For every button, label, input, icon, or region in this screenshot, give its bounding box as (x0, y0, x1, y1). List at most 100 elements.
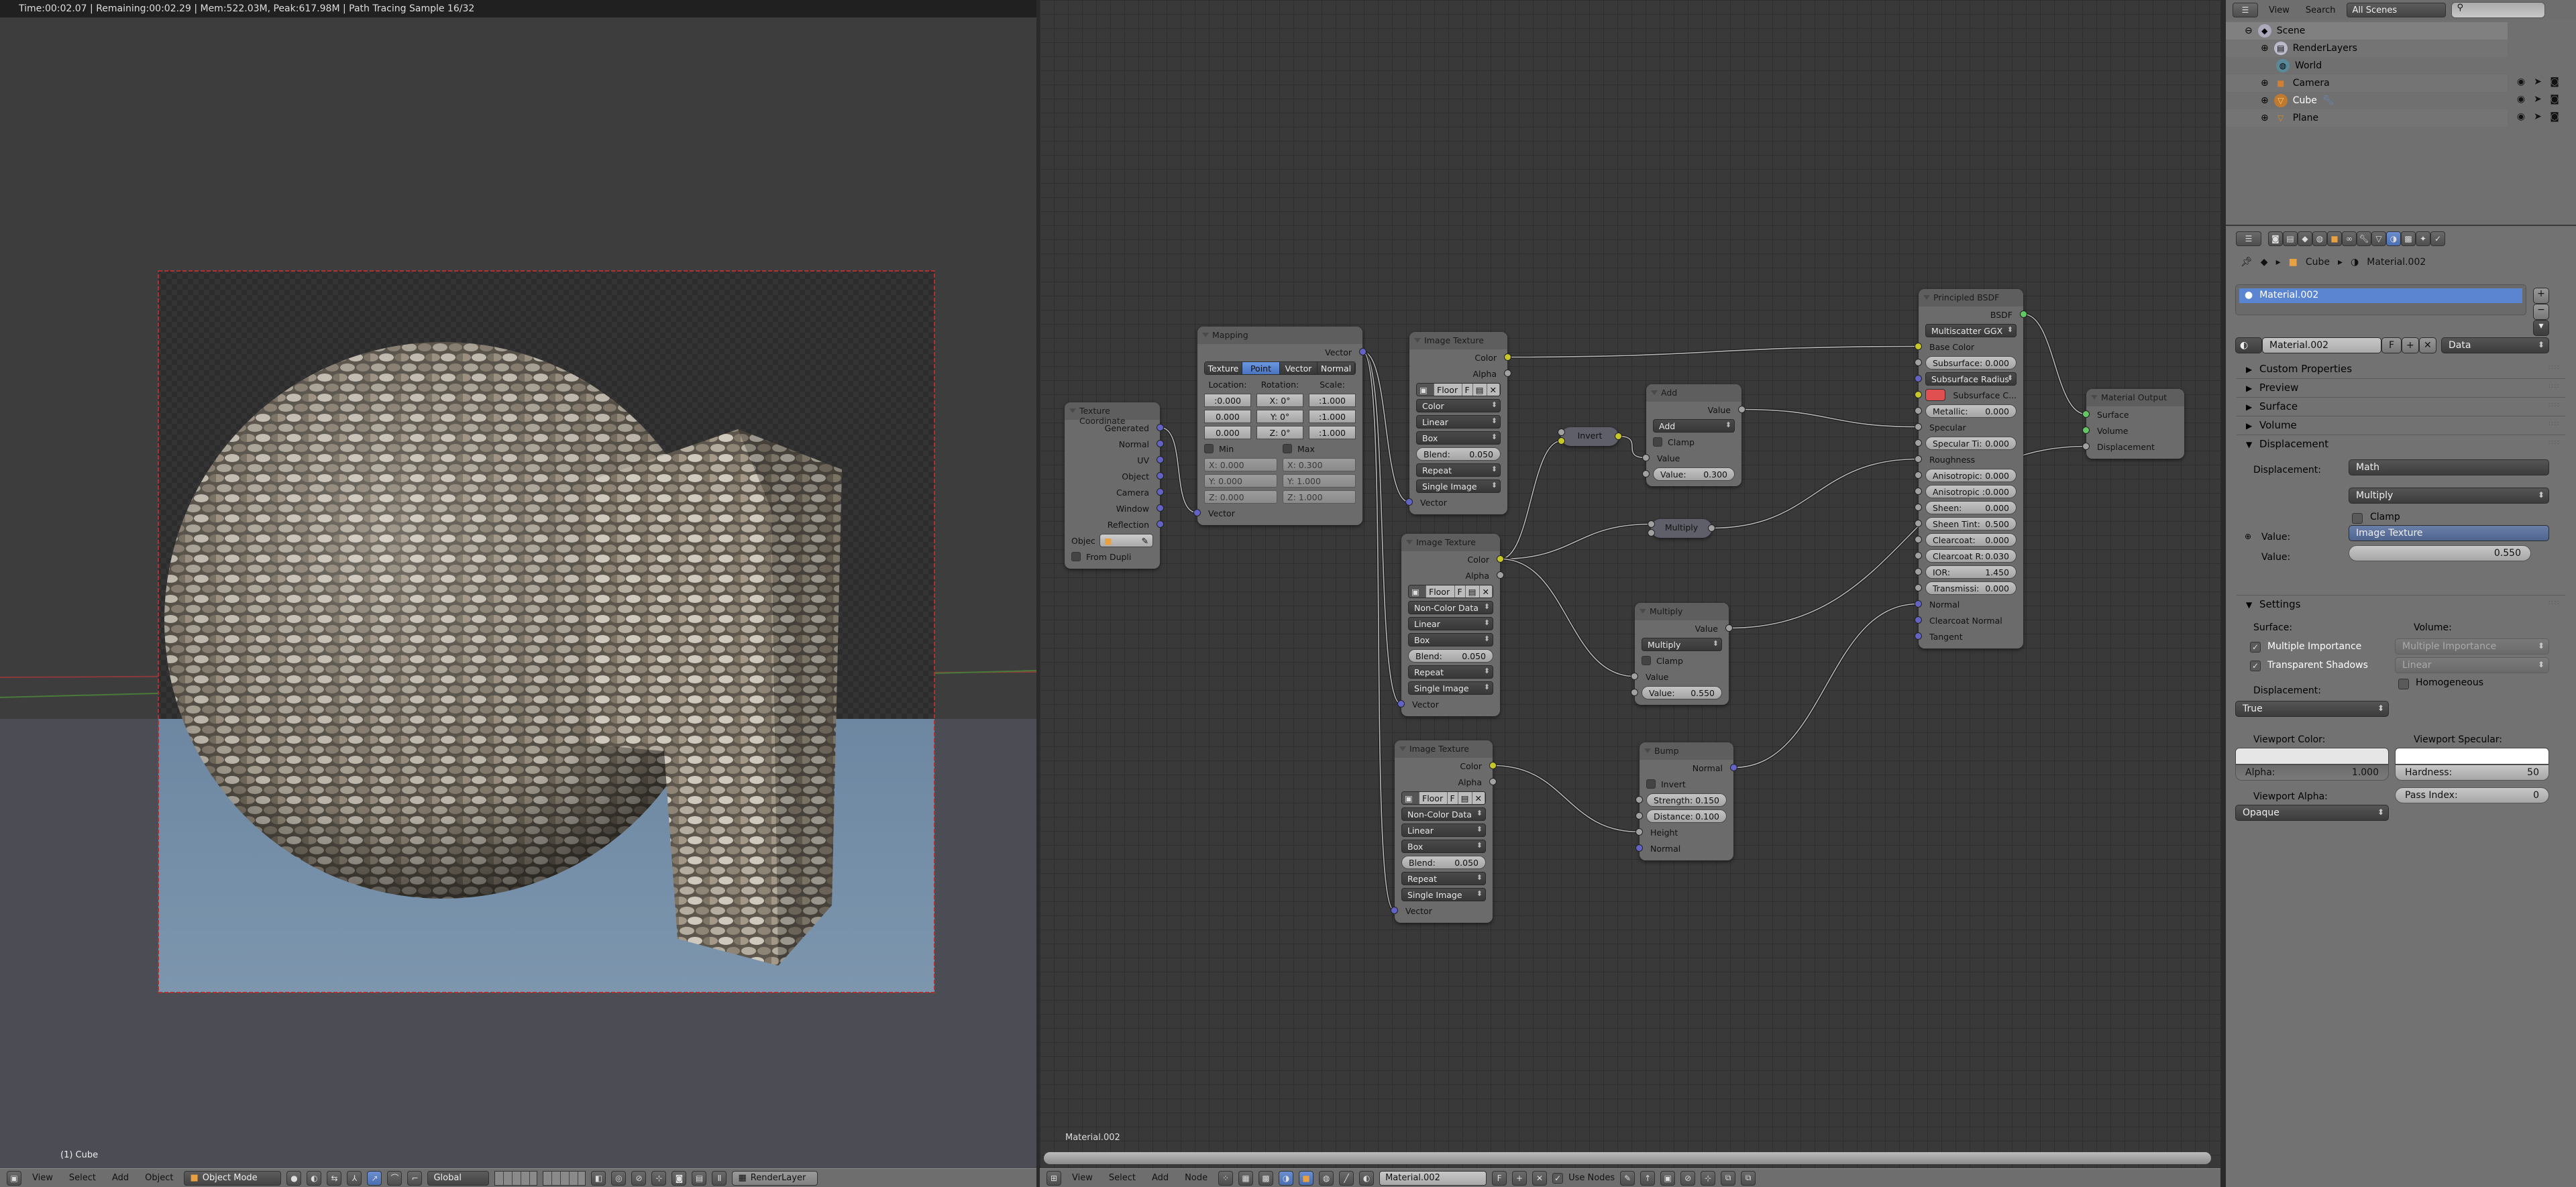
number-field[interactable]: Sheen: 0.000 (1925, 501, 2017, 514)
outliner-item-world[interactable]: ◍ World (2226, 57, 2508, 74)
number-field[interactable]: X: 0° (1256, 394, 1303, 407)
tab-vector[interactable]: Vector (1280, 362, 1318, 374)
expand-icon[interactable]: ⊕ (2261, 113, 2269, 123)
translate-icon[interactable]: ⅄ (347, 1170, 362, 1186)
node-link[interactable] (1711, 458, 1919, 529)
render-layer-field[interactable]: ▦ RenderLayer (732, 1170, 818, 1186)
data-tab-icon[interactable]: ▽ (2371, 231, 2386, 246)
node-link[interactable] (1160, 427, 1197, 514)
node-link[interactable] (1362, 350, 1402, 705)
checkbox[interactable] (1071, 552, 1081, 561)
socket-gray[interactable] (1915, 407, 1922, 414)
number-field[interactable]: Blend: 0.050 (1401, 856, 1486, 869)
socket-green[interactable] (2082, 410, 2090, 418)
render-tab-icon[interactable]: ◙ (2268, 231, 2283, 246)
world-tab-icon[interactable]: ◍ (2312, 231, 2327, 246)
node-link[interactable] (1493, 764, 1640, 834)
socket-yellow[interactable] (1504, 353, 1511, 361)
modifiers-tab-icon[interactable]: 🔧︎ (2357, 231, 2371, 246)
dropdown[interactable]: Subsurface Radius (1925, 372, 2017, 386)
constraints-tab-icon[interactable]: ∞ (2342, 231, 2357, 246)
hardness-field[interactable]: Hardness: 50 (2395, 765, 2549, 781)
link-dropdown[interactable]: Data (2441, 337, 2549, 353)
texture-tab-icon[interactable]: ▩ (2401, 231, 2416, 246)
scene-filter-dropdown[interactable]: All Scenes (2346, 3, 2446, 17)
math-operation-dropdown[interactable]: Multiply (2349, 488, 2549, 504)
pause-icon[interactable]: Ⅱ (712, 1170, 727, 1186)
image-selector[interactable]: ▣ Floor F ▤ ✕ (1401, 791, 1486, 805)
dropdown[interactable]: Multiply (1642, 638, 1722, 651)
snap-node-icon[interactable]: ⊹ (1701, 1170, 1716, 1186)
image-browse-icon[interactable]: ▣ (1402, 792, 1419, 804)
panel-displacement[interactable]: ▼ Displacement:::: (2237, 435, 2565, 454)
socket-gray[interactable] (1915, 568, 1922, 575)
viewport-alpha-dropdown[interactable]: Opaque (2235, 805, 2389, 821)
image-selector[interactable]: ▣ Floor F ▤ ✕ (1408, 585, 1493, 598)
tab-normal[interactable]: Normal (1318, 362, 1355, 374)
grip-icon[interactable]: :::: (2548, 363, 2560, 371)
menu-add[interactable]: Add (1146, 1173, 1174, 1183)
number-field[interactable]: Y: 1.000 (1283, 474, 1356, 488)
image-selector[interactable]: ▣ Floor F ▤ ✕ (1416, 383, 1501, 396)
dropdown[interactable]: Linear (1408, 617, 1493, 630)
socket-yellow[interactable] (1915, 343, 1922, 350)
socket-yellow[interactable] (1915, 391, 1922, 398)
socket-blue[interactable] (1157, 520, 1164, 528)
socket-gray[interactable] (1915, 504, 1922, 511)
open-folder-icon[interactable]: ▤ (1472, 384, 1487, 396)
node-output[interactable]: Material Output Surface Volume Displacement (2082, 389, 2184, 459)
object-field[interactable]: ■ ✎ (1099, 534, 1153, 547)
value-slider[interactable]: 0.550 (2349, 545, 2531, 561)
menu-object[interactable]: Object (140, 1173, 178, 1183)
socket-blue[interactable] (1915, 600, 1922, 608)
mode-dropdown[interactable]: ■ Object Mode (184, 1170, 282, 1186)
new-material-icon[interactable]: + (1512, 1170, 1527, 1186)
editor-type-icon[interactable]: ☰ (2233, 3, 2258, 17)
node-link[interactable] (1362, 351, 1401, 705)
backdrop-icon[interactable]: ▣ (1660, 1170, 1676, 1186)
socket-blue[interactable] (1397, 700, 1405, 708)
node-link[interactable] (1500, 523, 1652, 560)
scale-icon[interactable]: ⌐ (407, 1170, 423, 1186)
socket-gray[interactable] (1642, 470, 1650, 477)
image-browse-icon[interactable]: ▣ (1409, 585, 1426, 598)
number-field[interactable]: :1.000 (1309, 410, 1356, 423)
node-link[interactable] (1729, 445, 2086, 630)
expand-icon[interactable]: ⊕ (2261, 78, 2269, 89)
add-slot-button[interactable]: + (2533, 288, 2549, 304)
number-field[interactable]: 0.000 (1204, 410, 1251, 423)
node-link[interactable] (1500, 522, 1652, 561)
node-title[interactable]: Image Texture (1395, 740, 1493, 758)
socket-gray[interactable] (1725, 624, 1733, 632)
menu-select[interactable]: Select (64, 1173, 101, 1183)
unlink-icon[interactable]: ✕ (1472, 792, 1485, 804)
node-title[interactable]: Principled BSDF (1919, 289, 2023, 306)
editor-type-icon[interactable]: ⊞ (1046, 1170, 1061, 1186)
search-input[interactable]: ⚲ (2451, 2, 2545, 18)
dropdown[interactable]: Box (1416, 431, 1501, 445)
visibility-eye-icon[interactable]: ◉ (2514, 111, 2528, 122)
node-link[interactable] (1500, 439, 1562, 561)
number-field[interactable]: Metallic: 0.000 (1925, 404, 2017, 418)
node-link[interactable] (1711, 457, 1919, 530)
node-link[interactable] (1618, 435, 1646, 459)
outliner-item-scene[interactable]: ⊖ ◆ Scene (2226, 22, 2508, 40)
object-icon[interactable]: ■ (1299, 1170, 1314, 1186)
linestyle-icon[interactable]: ╱ (1339, 1170, 1354, 1186)
node-link[interactable] (1160, 426, 1197, 514)
material-browse-icon[interactable]: ◐ (1359, 1170, 1375, 1186)
panel-surface[interactable]: ▶ Surface:::: (2237, 398, 2565, 416)
multiple-importance-checkbox[interactable]: ✓ (2250, 642, 2261, 653)
fake-user-button[interactable]: F (1462, 384, 1473, 396)
snap-target-icon[interactable]: ⊹ (651, 1170, 667, 1186)
panel-volume[interactable]: ▶ Volume:::: (2237, 416, 2565, 435)
compositing-icon[interactable]: ▦ (1238, 1170, 1254, 1186)
viewport-specular-swatch[interactable] (2395, 748, 2549, 765)
number-field[interactable]: Blend: 0.050 (1408, 649, 1493, 663)
socket-gray[interactable] (1489, 778, 1497, 785)
paste-icon[interactable]: ⧉ (1741, 1170, 1756, 1186)
socket-gray[interactable] (1915, 455, 1922, 463)
move-icon[interactable]: ↗ (367, 1170, 382, 1186)
number-field[interactable]: :0.000 (1204, 394, 1251, 407)
select-cursor-icon[interactable]: ➤ (2531, 94, 2544, 105)
